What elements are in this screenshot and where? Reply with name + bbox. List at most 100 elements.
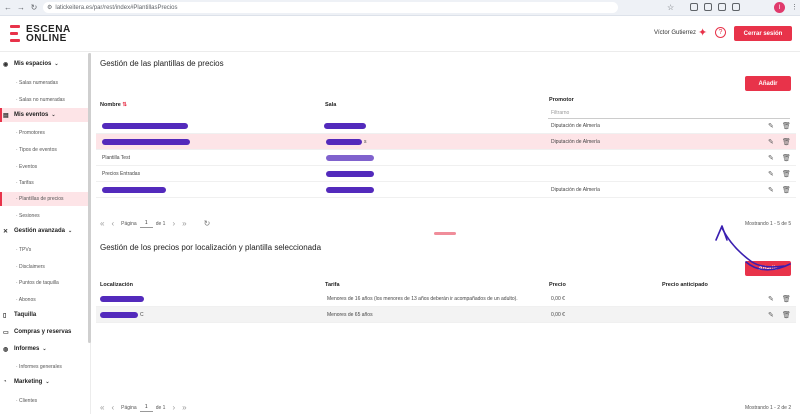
- bookmark-star-icon[interactable]: ☆: [667, 3, 674, 12]
- column-header-name[interactable]: Nombre ⇅: [100, 102, 127, 108]
- address-bar[interactable]: ⚙ latickeitera.es/par/rest/index#Plantil…: [43, 2, 618, 13]
- sidebar-item-eventos[interactable]: · Eventos: [0, 160, 88, 174]
- last-page-icon[interactable]: »: [182, 403, 186, 412]
- reload-icon[interactable]: ↻: [29, 3, 39, 13]
- first-page-icon[interactable]: «: [100, 219, 104, 228]
- edit-icon[interactable]: ✎: [768, 170, 774, 178]
- column-header-precio-anticipado[interactable]: Precio anticipado: [662, 282, 708, 288]
- column-header-promotor[interactable]: Promotor: [549, 97, 574, 103]
- edit-icon[interactable]: ✎: [768, 138, 774, 146]
- trash-icon[interactable]: 🗑: [782, 295, 791, 303]
- price-row[interactable]: Menores de 16 años (los menores de 13 añ…: [96, 291, 796, 307]
- templates-count: Mostrando 1 - 5 de 5: [745, 221, 792, 227]
- trash-icon[interactable]: 🗑: [782, 311, 791, 319]
- cart-icon: ▭: [3, 329, 9, 336]
- trash-icon[interactable]: 🗑: [782, 122, 791, 130]
- extension-icon[interactable]: [718, 3, 726, 11]
- chevron-down-icon: ⌄: [51, 112, 56, 118]
- logo-text-line2: ONLINE: [26, 33, 67, 44]
- prices-section-title: Gestión de los precios por localización …: [100, 243, 322, 252]
- user-name: Víctor Gutierrez: [654, 30, 697, 36]
- sidebar-scrollbar[interactable]: [88, 53, 91, 343]
- column-header-localizacion[interactable]: Localización: [100, 282, 133, 288]
- sidepanel-icon[interactable]: [732, 3, 740, 11]
- sidebar-section-mis-eventos[interactable]: ▤ Mis eventos ⌄: [0, 108, 88, 122]
- refresh-icon[interactable]: ↻: [204, 219, 211, 228]
- sidebar-section-marketing[interactable]: ◔ Marketing ⌄: [0, 375, 88, 389]
- edit-icon[interactable]: ✎: [768, 154, 774, 162]
- tools-icon: ✕: [3, 228, 9, 235]
- trash-icon[interactable]: 🗑: [782, 186, 791, 194]
- next-page-icon[interactable]: ›: [172, 403, 175, 412]
- template-row[interactable]: Diputación de Almería ✎ 🗑: [96, 182, 796, 198]
- sidebar-item-sesiones[interactable]: · Sesiones: [0, 209, 88, 223]
- trash-icon[interactable]: 🗑: [782, 138, 791, 146]
- forward-icon[interactable]: →: [16, 3, 26, 13]
- url-text: latickeitera.es/par/rest/index#Plantilla…: [55, 4, 178, 11]
- first-page-icon[interactable]: «: [100, 403, 104, 412]
- prices-pagination: « ‹ Página 1 de 1 › »: [100, 403, 187, 412]
- logout-button[interactable]: Cerrar sesión: [734, 26, 792, 41]
- sidebar: ◉ Mis espacios ⌄ · Salas numeradas · Sala…: [0, 53, 91, 414]
- page-number-input[interactable]: 1: [139, 220, 153, 228]
- prev-page-icon[interactable]: ‹: [111, 403, 114, 412]
- template-row[interactable]: Diputación de Almería ✎ 🗑: [96, 118, 796, 134]
- sidebar-section-gestion-avanzada[interactable]: ✕ Gestión avanzada ⌄: [0, 224, 88, 238]
- sidebar-item-abonos[interactable]: · Abonos: [0, 293, 88, 307]
- back-icon[interactable]: ←: [3, 3, 13, 13]
- redaction-mark: [100, 311, 138, 318]
- edit-icon[interactable]: ✎: [768, 122, 774, 130]
- column-header-sala[interactable]: Sala: [325, 102, 336, 108]
- chevron-down-icon: ⌄: [42, 346, 47, 352]
- redaction-mark: [326, 170, 374, 177]
- sidebar-section-informes[interactable]: ◍ Informes ⌄: [0, 342, 88, 356]
- help-icon[interactable]: ?: [715, 27, 726, 38]
- sidebar-item-tpvs[interactable]: · TPVs: [0, 243, 88, 257]
- page-number-input[interactable]: 1: [139, 404, 153, 412]
- site-info-icon[interactable]: ⚙: [47, 4, 52, 11]
- redaction-mark: [324, 122, 366, 129]
- template-row-selected[interactable]: s Diputación de Almería ✎ 🗑: [96, 134, 796, 150]
- location-pin-icon: ◉: [3, 61, 9, 68]
- trash-icon[interactable]: 🗑: [782, 170, 791, 178]
- sidebar-section-taquilla[interactable]: ▯ Taquilla: [0, 308, 88, 322]
- next-page-icon[interactable]: ›: [172, 219, 175, 228]
- sidebar-item-salas-numeradas[interactable]: · Salas numeradas: [0, 76, 88, 90]
- profile-avatar[interactable]: I: [774, 2, 785, 13]
- edit-icon[interactable]: ✎: [768, 295, 774, 303]
- sidebar-item-puntos-taquilla[interactable]: · Puntos de taquilla: [0, 276, 88, 290]
- app-header: ESCENA ONLINE Víctor Gutierrez ✦ ? Cerra…: [0, 16, 800, 52]
- sidebar-item-tipos-eventos[interactable]: · Tipos de eventos: [0, 143, 88, 157]
- edit-icon[interactable]: ✎: [768, 186, 774, 194]
- trash-icon[interactable]: 🗑: [782, 154, 791, 162]
- sidebar-item-disclaimers[interactable]: · Disclaimers: [0, 260, 88, 274]
- extension-icon[interactable]: [704, 3, 712, 11]
- redaction-mark: [326, 186, 374, 193]
- sidebar-section-mis-espacios[interactable]: ◉ Mis espacios ⌄: [0, 57, 88, 71]
- template-row[interactable]: Plantilla Test ✎ 🗑: [96, 150, 796, 166]
- sidebar-item-tarifas[interactable]: · Tarifas: [0, 176, 88, 190]
- escena-online-logo[interactable]: ESCENA ONLINE: [10, 25, 71, 44]
- sidebar-item-clientes[interactable]: · Clientes: [0, 394, 88, 408]
- sidebar-item-plantillas-precios[interactable]: · Plantillas de precios: [0, 192, 88, 206]
- price-row[interactable]: C Menores de 65 años 0,00 € ✎ 🗑: [96, 307, 796, 323]
- add-template-button[interactable]: Añadir: [745, 76, 791, 91]
- sort-icon[interactable]: ⇅: [122, 102, 127, 108]
- extension-icon[interactable]: [690, 3, 698, 11]
- sidebar-item-informes-generales[interactable]: · Informes generales: [0, 360, 88, 374]
- add-price-button[interactable]: Añadir: [745, 261, 791, 276]
- prices-count: Mostrando 1 - 2 de 2: [745, 405, 792, 411]
- last-page-icon[interactable]: »: [182, 219, 186, 228]
- sidebar-item-promotores[interactable]: · Promotores: [0, 126, 88, 140]
- sidebar-item-salas-no-numeradas[interactable]: · Salas no numeradas: [0, 93, 88, 107]
- section-resize-handle[interactable]: [434, 232, 456, 235]
- sidebar-section-compras[interactable]: ▭ Compras y reservas: [0, 325, 88, 339]
- column-header-tarifa[interactable]: Tarifa: [325, 282, 340, 288]
- template-row[interactable]: Precios Entradas ✎ 🗑: [96, 166, 796, 182]
- edit-icon[interactable]: ✎: [768, 311, 774, 319]
- browser-menu-icon[interactable]: ⋮: [791, 3, 798, 11]
- column-header-precio[interactable]: Precio: [549, 282, 566, 288]
- prev-page-icon[interactable]: ‹: [111, 219, 114, 228]
- chevron-down-icon: ⌄: [54, 61, 59, 67]
- sparkle-icon[interactable]: ✦: [698, 26, 707, 39]
